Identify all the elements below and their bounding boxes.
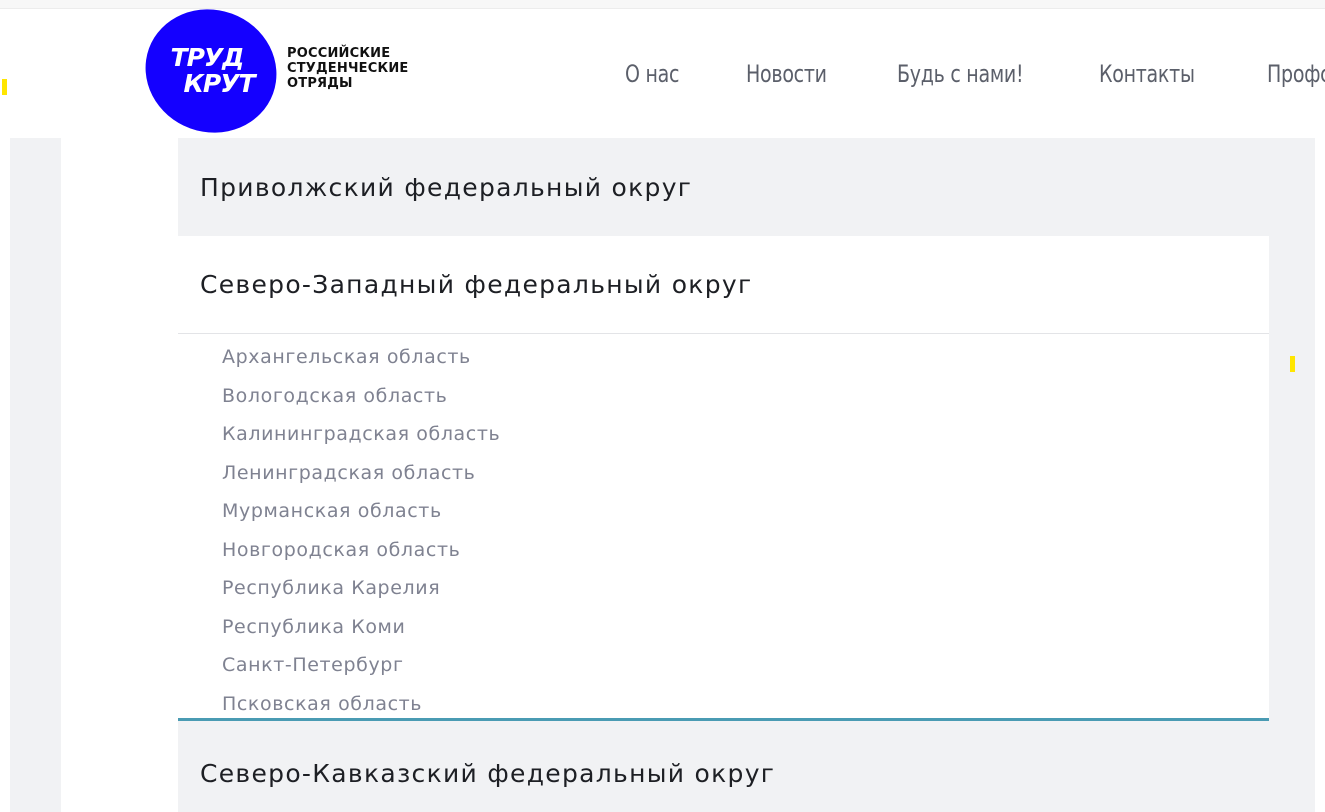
logo-mark-line2: КРУТ [183, 69, 257, 98]
region-link[interactable]: Калининградская область [222, 415, 1269, 454]
region-list: Архангельская область Вологодская област… [178, 334, 1269, 718]
nav-item-contacts[interactable]: Контакты [1099, 60, 1195, 88]
region-link[interactable]: Мурманская область [222, 492, 1269, 531]
logo-caption-line: ОТРЯДЫ [287, 76, 353, 91]
region-link[interactable]: Архангельская область [222, 338, 1269, 377]
districts-accordion: Приволжский федеральный округ Северо-Зап… [178, 138, 1269, 812]
district-header-privolzhsky[interactable]: Приволжский федеральный округ [178, 138, 1269, 236]
district-header-severo-kavkazsky[interactable]: Северо-Кавказский федеральный округ [178, 718, 1269, 812]
nav-item-profs[interactable]: Профс [1267, 60, 1325, 88]
district-header-severo-zapadny[interactable]: Северо-Западный федеральный округ [178, 236, 1269, 334]
right-side-band [1269, 138, 1315, 812]
left-side-band [10, 138, 61, 812]
region-link[interactable]: Республика Коми [222, 608, 1269, 647]
region-link[interactable]: Новгородская область [222, 531, 1269, 570]
logo-caption: РОССИЙСКИЕ СТУДЕНЧЕСКИЕ ОТРЯДЫ [287, 46, 408, 91]
nav-item-news[interactable]: Новости [746, 60, 827, 88]
region-link[interactable]: Республика Карелия [222, 569, 1269, 608]
trud-krut-logo[interactable]: ТРУД КРУТ [143, 8, 279, 134]
logo-caption-line: СТУДЕНЧЕСКИЕ [287, 61, 409, 76]
nav-item-join[interactable]: Будь с нами! [897, 60, 1024, 88]
yellow-marker [1290, 356, 1295, 372]
logo-mark-line1: ТРУД [171, 43, 244, 72]
logo-caption-line: РОССИЙСКИЕ [287, 46, 391, 61]
nav-item-about[interactable]: О нас [625, 60, 679, 88]
region-link[interactable]: Вологодская область [222, 377, 1269, 416]
region-link[interactable]: Ленинградская область [222, 454, 1269, 493]
main-nav: О нас Новости Будь с нами! Контакты Проф… [625, 60, 1325, 94]
yellow-marker [2, 79, 7, 95]
page: ТРУД КРУТ РОССИЙСКИЕ СТУДЕНЧЕСКИЕ ОТРЯДЫ… [0, 0, 1325, 812]
region-link[interactable]: Санкт-Петербург [222, 646, 1269, 685]
